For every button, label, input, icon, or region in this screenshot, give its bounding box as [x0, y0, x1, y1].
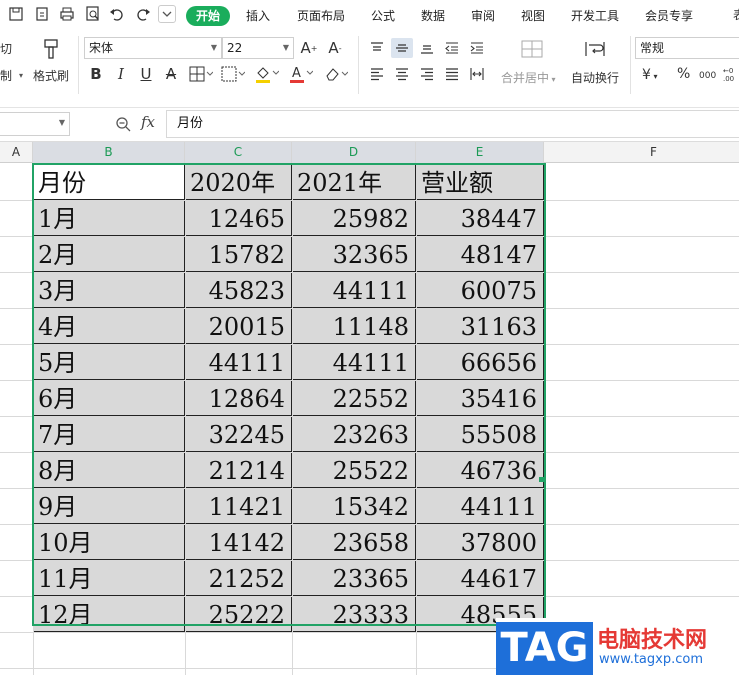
tag-logo: TAG [496, 622, 593, 675]
tab-overflow: 表 [733, 6, 739, 26]
distributed-align-icon[interactable] [467, 64, 487, 84]
save-icon[interactable] [6, 4, 26, 24]
font-size-select[interactable]: 22 ▼ [222, 37, 294, 59]
watermark: TAG 电脑技术网 www.tagxp.com [496, 618, 739, 675]
wrap-text-icon[interactable] [583, 38, 607, 60]
borders-icon[interactable] [188, 64, 214, 84]
watermark-url: www.tagxp.com [599, 652, 703, 667]
column-header-f[interactable]: F [544, 142, 739, 163]
fx-icon[interactable]: fx [141, 113, 155, 131]
copy-button[interactable]: 复制 [0, 67, 12, 84]
align-right-icon[interactable] [417, 64, 437, 84]
justify-icon[interactable] [442, 64, 462, 84]
number-format-select[interactable]: 常规 [635, 37, 739, 59]
tab-developer[interactable]: 开发工具 [571, 6, 619, 26]
column-header-c[interactable]: C [185, 142, 292, 163]
currency-icon: ¥ [642, 67, 651, 83]
worksheet-grid[interactable]: 月份 2020年 2021年 营业额 1月 12465 25982 38447 2月 15782 3… [0, 163, 739, 675]
format-painter-icon[interactable] [40, 37, 62, 61]
svg-text:000: 000 [699, 71, 716, 81]
font-name-select[interactable]: 宋体 ▼ [84, 37, 222, 59]
column-header-e[interactable]: E [416, 142, 544, 163]
column-header-d[interactable]: D [292, 142, 416, 163]
strikethrough-button[interactable]: A [162, 64, 180, 84]
cut-button[interactable]: 剪切 [0, 40, 12, 57]
more-quick-access-icon[interactable] [158, 5, 176, 23]
zoom-formula-icon[interactable] [115, 116, 131, 132]
print-preview-icon[interactable] [83, 4, 103, 24]
chevron-down-icon: ▼ [58, 118, 65, 127]
tab-view[interactable]: 视图 [521, 6, 545, 26]
decrease-font-size-icon[interactable]: A- [326, 38, 344, 58]
fill-color-icon[interactable] [254, 64, 280, 84]
align-top-icon[interactable] [367, 38, 387, 58]
percent-format-button[interactable]: % [677, 66, 690, 82]
currency-format-button[interactable]: ¥ ▾ [642, 67, 657, 83]
italic-button[interactable]: I [112, 64, 130, 84]
column-header-b[interactable]: B [33, 142, 185, 163]
number-format-value: 常规 [640, 41, 665, 55]
bold-button[interactable]: B [87, 64, 105, 84]
chevron-down-icon: ▼ [210, 43, 217, 52]
undo-icon[interactable] [107, 4, 127, 24]
increase-indent-icon[interactable] [467, 38, 487, 58]
decrease-indent-icon[interactable] [442, 38, 462, 58]
ribbon-toolbar: 开始 插入 页面布局 公式 数据 审阅 视图 开发工具 会员专享 剪切 复制 ▾… [0, 0, 739, 108]
group-divider [630, 36, 631, 94]
wrap-text-button[interactable]: 自动换行 [571, 69, 619, 86]
increase-font-size-icon[interactable]: A + [300, 38, 318, 58]
align-middle-icon[interactable] [391, 38, 413, 58]
fill-handle[interactable] [539, 477, 544, 482]
thousands-separator-icon[interactable]: 000 [698, 64, 718, 84]
group-divider [358, 36, 359, 94]
align-left-icon[interactable] [367, 64, 387, 84]
font-name-value: 宋体 [89, 41, 114, 55]
merge-center-label: 合并居中 [501, 71, 550, 85]
format-painter-button[interactable]: 格式刷 [33, 67, 69, 84]
selection-range-border [32, 163, 546, 626]
print-icon[interactable] [57, 4, 77, 24]
tab-home[interactable]: 开始 [186, 6, 231, 26]
svg-text:A: A [292, 66, 301, 81]
column-header-bar: A B C D E F [0, 142, 739, 163]
formula-input[interactable]: 月份 [166, 110, 739, 138]
tab-page-layout[interactable]: 页面布局 [297, 6, 345, 26]
align-center-icon[interactable] [392, 64, 412, 84]
group-divider [78, 36, 79, 94]
copy-dropdown-icon[interactable]: ▾ [17, 69, 25, 81]
svg-text:.00: .00 [723, 75, 734, 82]
column-header-a[interactable]: A [0, 142, 33, 163]
tab-data[interactable]: 数据 [421, 6, 445, 26]
merge-center-button[interactable]: 合并居中 ▾ [501, 69, 556, 86]
chevron-down-icon: ▼ [282, 43, 289, 52]
clear-format-icon[interactable] [323, 64, 349, 84]
formula-bar: ▼ fx 月份 [0, 108, 739, 142]
tab-formulas[interactable]: 公式 [371, 6, 395, 26]
cell-style-icon[interactable] [220, 64, 246, 84]
underline-button[interactable]: U [137, 64, 155, 84]
redo-icon[interactable] [133, 4, 153, 24]
export-pdf-icon[interactable] [32, 4, 52, 24]
tab-review[interactable]: 审阅 [471, 6, 495, 26]
increase-decimal-icon[interactable]: ←0.00 [722, 64, 739, 84]
watermark-site-name: 电脑技术网 [597, 628, 708, 653]
name-box[interactable]: ▼ [0, 112, 70, 136]
align-bottom-icon[interactable] [417, 38, 437, 58]
svg-text:←0: ←0 [723, 67, 733, 75]
merge-center-icon[interactable] [520, 38, 544, 60]
tab-member[interactable]: 会员专享 [645, 6, 693, 26]
font-color-icon[interactable]: A [288, 64, 314, 84]
font-size-value: 22 [227, 41, 243, 55]
tab-insert[interactable]: 插入 [246, 6, 270, 26]
